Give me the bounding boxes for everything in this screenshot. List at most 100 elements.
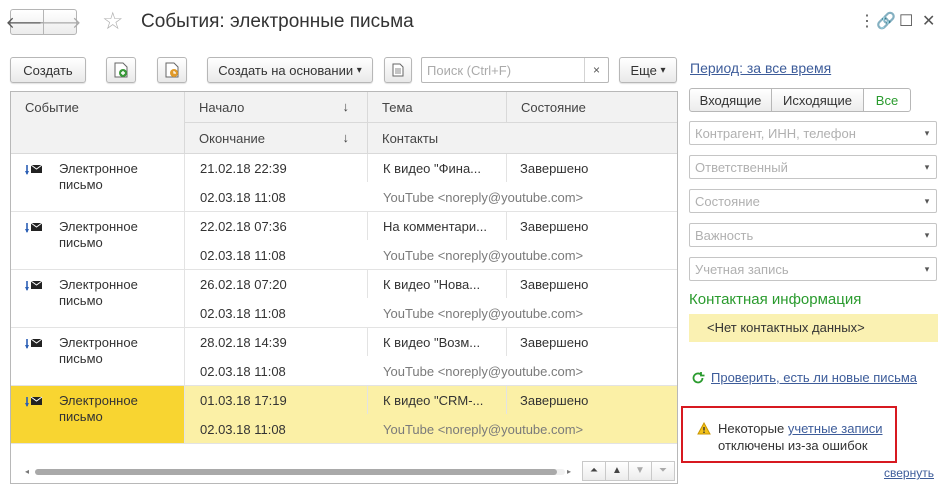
favorite-star-icon[interactable]: ☆: [102, 9, 124, 35]
row-navigation: ⏶ ▲ ▼ ⏷: [582, 461, 675, 481]
more-button[interactable]: Еще ▾: [619, 57, 677, 83]
collapse-link[interactable]: свернуть: [884, 466, 934, 480]
counterparty-placeholder: Контрагент, ИНН, телефон: [695, 126, 856, 141]
link-icon[interactable]: 🔗: [876, 11, 896, 31]
create-copy-button[interactable]: [106, 57, 136, 83]
chevron-down-icon[interactable]: ▾: [918, 258, 936, 280]
tab-incoming[interactable]: Входящие: [689, 88, 772, 112]
create-button[interactable]: Создать: [10, 57, 86, 83]
responsible-placeholder: Ответственный: [695, 160, 788, 175]
table-row[interactable]: Электронное письмо 28.02.18 14:39 02.03.18…: [11, 328, 677, 386]
event-type: Электронное письмо: [59, 393, 138, 424]
header-start-label: Начало: [199, 100, 245, 115]
event-type: Электронное письмо: [59, 277, 138, 308]
table-row[interactable]: Электронное письмо 01.03.18 17:19 02.03.18…: [11, 386, 677, 444]
window-title: События: электронные письма: [141, 11, 414, 32]
scroll-thumb[interactable]: [35, 469, 557, 475]
header-event[interactable]: Событие: [11, 92, 185, 154]
header-start[interactable]: Начало ↓: [185, 92, 368, 123]
chevron-down-icon[interactable]: ▾: [918, 156, 936, 178]
more-menu-icon[interactable]: ⋮: [859, 11, 875, 31]
column-divider: [367, 270, 368, 298]
end-date: 02.03.18 11:08: [200, 422, 286, 437]
create-event-button[interactable]: [157, 57, 187, 83]
header-subject[interactable]: Тема: [368, 92, 507, 123]
create-based-label: Создать на основании: [218, 62, 354, 78]
column-divider: [367, 386, 368, 414]
accounts-warning: Некоторые учетные записи отключены из-за…: [681, 406, 897, 463]
start-date: 21.02.18 22:39: [200, 161, 287, 176]
subject: На комментари...: [383, 219, 487, 234]
header-event-label: Событие: [25, 100, 79, 115]
maximize-icon[interactable]: ☐: [899, 11, 913, 31]
column-divider: [367, 212, 368, 240]
column-divider: [367, 328, 368, 356]
clear-search-icon[interactable]: ×: [584, 58, 608, 82]
horizontal-scrollbar[interactable]: ◂ ▸: [25, 467, 571, 476]
subject: К видео "Нова...: [383, 277, 481, 292]
scroll-first-button[interactable]: ⏶: [582, 461, 606, 481]
forward-button[interactable]: 🡒: [39, 9, 81, 35]
counterparty-filter[interactable]: Контрагент, ИНН, телефон ▾: [689, 121, 937, 145]
column-divider: [184, 212, 185, 269]
event-type: Электронное письмо: [59, 161, 138, 192]
arrow-right-icon: 🡒: [38, 14, 82, 32]
scroll-up-button[interactable]: ▲: [605, 461, 629, 481]
contact: YouTube <noreply@youtube.com>: [383, 422, 584, 437]
scroll-down-button[interactable]: ▼: [628, 461, 652, 481]
incoming-mail-icon: [25, 396, 43, 407]
start-date: 28.02.18 14:39: [200, 335, 287, 350]
report-button[interactable]: [384, 57, 412, 83]
incoming-mail-icon: [25, 280, 43, 291]
importance-filter[interactable]: Важность ▾: [689, 223, 937, 247]
create-based-on-button[interactable]: Создать на основании ▾: [207, 57, 373, 83]
state-filter[interactable]: Состояние ▾: [689, 189, 937, 213]
responsible-filter[interactable]: Ответственный ▾: [689, 155, 937, 179]
chevron-down-icon[interactable]: ▾: [918, 224, 936, 246]
scroll-right-icon[interactable]: ▸: [567, 467, 571, 476]
header-contacts[interactable]: Контакты: [368, 123, 677, 154]
column-divider: [506, 328, 507, 356]
accounts-link[interactable]: учетные записи: [788, 421, 883, 436]
start-date: 26.02.18 07:20: [200, 277, 287, 292]
period-link[interactable]: Период: за все время: [690, 60, 831, 76]
column-divider: [506, 212, 507, 240]
table-row[interactable]: Электронное письмо 26.02.18 07:20 02.03.18…: [11, 270, 677, 328]
column-divider: [184, 386, 185, 443]
state: Завершено: [520, 161, 589, 176]
refresh-icon: [692, 371, 705, 383]
column-divider: [506, 386, 507, 414]
incoming-mail-icon: [25, 164, 43, 175]
contact-info-value: <Нет контактных данных>: [689, 314, 938, 342]
contact: YouTube <noreply@youtube.com>: [383, 248, 584, 263]
events-table[interactable]: Событие Начало ↓ Окончание ↓ Тема Состояни…: [10, 91, 678, 484]
header-end[interactable]: Окончание ↓: [185, 123, 368, 154]
tab-all[interactable]: Все: [863, 88, 911, 112]
table-row[interactable]: Электронное письмо 21.02.18 22:39 02.03.18…: [11, 154, 677, 212]
header-end-label: Окончание: [199, 131, 266, 146]
state: Завершено: [520, 277, 589, 292]
header-state[interactable]: Состояние: [507, 92, 677, 123]
column-divider: [184, 328, 185, 385]
chevron-down-icon[interactable]: ▾: [918, 190, 936, 212]
scroll-left-icon[interactable]: ◂: [25, 467, 29, 476]
close-icon[interactable]: ✕: [922, 11, 935, 31]
account-filter[interactable]: Учетная запись ▾: [689, 257, 937, 281]
chevron-down-icon: ▾: [356, 64, 362, 76]
table-row[interactable]: Электронное письмо 22.02.18 07:36 02.03.18…: [11, 212, 677, 270]
search-input[interactable]: Поиск (Ctrl+F) ×: [421, 57, 609, 83]
check-mail-link[interactable]: Проверить, есть ли новые письма: [711, 370, 917, 385]
incoming-mail-icon: [25, 222, 43, 233]
check-mail[interactable]: Проверить, есть ли новые письма: [691, 370, 917, 385]
scroll-last-button[interactable]: ⏷: [651, 461, 675, 481]
chevron-down-icon[interactable]: ▾: [918, 122, 936, 144]
contact-info-title: Контактная информация: [689, 291, 862, 308]
tab-outgoing[interactable]: Исходящие: [771, 88, 864, 112]
sort-arrow-icon: ↓: [342, 130, 350, 145]
end-date: 02.03.18 11:08: [200, 364, 286, 379]
create-label: Создать: [23, 62, 73, 78]
column-divider: [506, 154, 507, 182]
state-placeholder: Состояние: [695, 194, 760, 209]
warning-prefix: Некоторые: [718, 421, 788, 436]
report-icon: [392, 63, 404, 77]
